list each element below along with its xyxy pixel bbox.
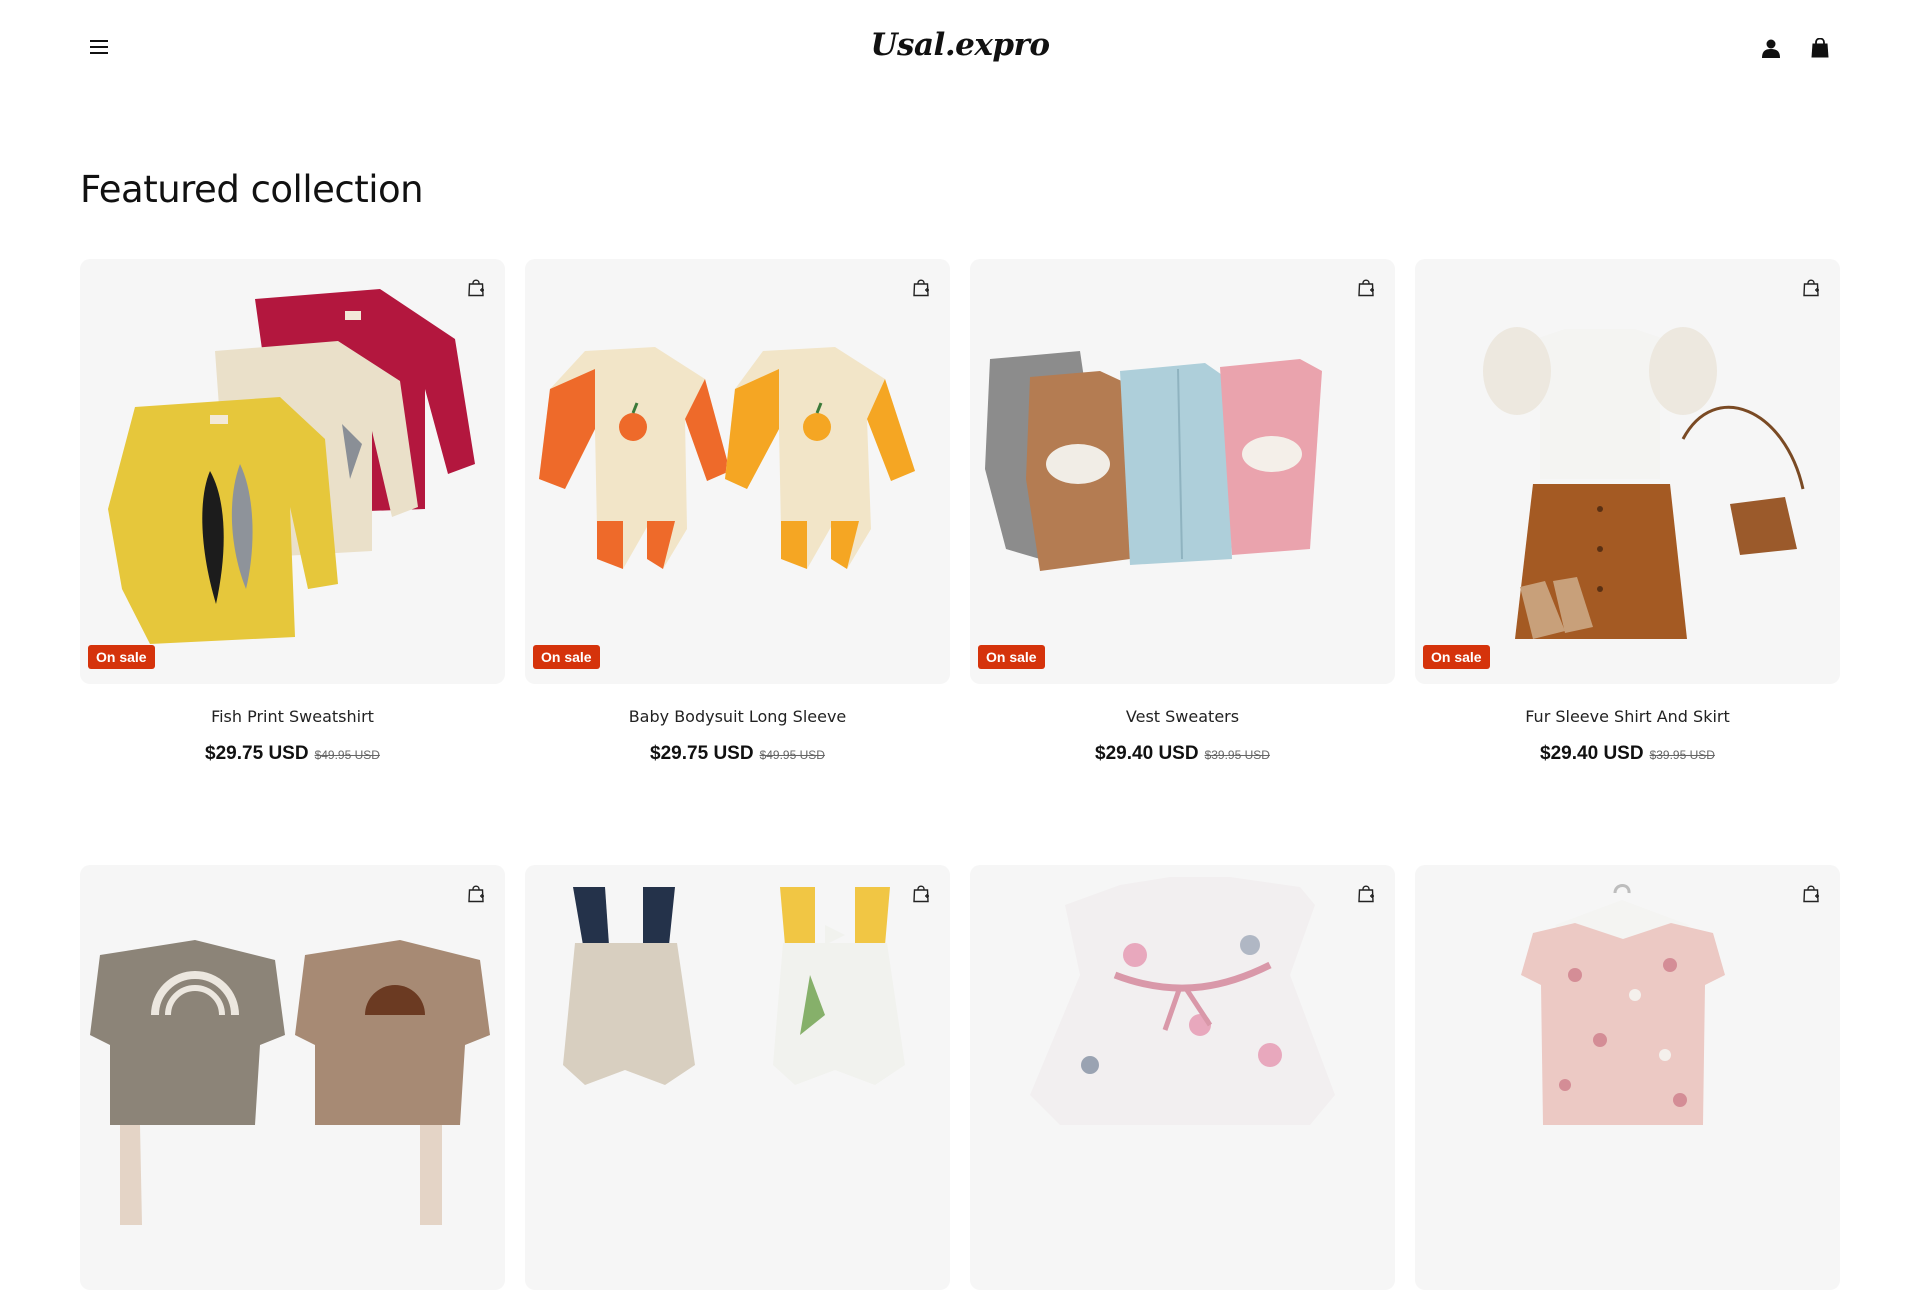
product-price: $29.40 USD $39.95 USD [1415,743,1840,765]
quick-add-button[interactable] [1798,275,1824,301]
quick-add-bag-icon [468,885,484,903]
bodysuits-image [539,347,915,569]
product-card[interactable] [80,865,505,1290]
rainbow-sweatshirts-image [90,940,490,1225]
product-grid: On sale Fish Print Sweatshirt $29.75 USD… [80,259,1840,1290]
product-media[interactable] [525,865,950,1290]
quick-add-bag-icon [1803,279,1819,297]
vest-sweaters-image [985,351,1322,571]
product-price: $29.75 USD $49.95 USD [80,743,505,765]
product-price: $29.40 USD $39.95 USD [970,743,1395,765]
product-media[interactable]: On sale [1415,259,1840,684]
section-title: Featured collection [80,168,424,211]
product-title[interactable]: Fish Print Sweatshirt [80,707,505,726]
account-icon [1762,39,1780,58]
product-media[interactable]: On sale [970,259,1395,684]
quick-add-bag-icon [1358,279,1374,297]
quick-add-button[interactable] [463,275,489,301]
shirt-skirt-set-image [1483,327,1805,639]
sale-price: $29.40 USD [1095,743,1199,764]
sale-badge: On sale [1423,645,1490,669]
sale-badge: On sale [978,645,1045,669]
product-media[interactable] [80,865,505,1290]
compare-price: $49.95 USD [314,748,380,762]
quick-add-button[interactable] [463,881,489,907]
quick-add-button[interactable] [1353,881,1379,907]
product-title[interactable]: Fur Sleeve Shirt And Skirt [1415,707,1840,726]
product-price: $29.75 USD $49.95 USD [525,743,950,765]
product-card[interactable]: On sale Baby Bodysuit Long Sleeve $29.75… [525,259,950,765]
sale-price: $29.75 USD [205,743,309,764]
compare-price: $39.95 USD [1204,748,1270,762]
sale-price: $29.75 USD [650,743,754,764]
product-card[interactable]: On sale Vest Sweaters $29.40 USD $39.95 U… [970,259,1395,765]
floral-top-image [1521,884,1725,1125]
sale-badge: On sale [88,645,155,669]
compare-price: $39.95 USD [1649,748,1715,762]
quick-add-button[interactable] [908,275,934,301]
quick-add-bag-icon [913,279,929,297]
site-header: Usal.expro [0,0,1920,96]
hamburger-menu-icon [90,40,108,54]
floral-rompers-image [563,887,905,1085]
quick-add-bag-icon [468,279,484,297]
shopping-bag-icon [1811,38,1829,58]
sale-price: $29.40 USD [1540,743,1644,764]
product-media[interactable] [1415,865,1840,1290]
product-card[interactable] [525,865,950,1290]
quick-add-button[interactable] [908,881,934,907]
product-media[interactable]: On sale [525,259,950,684]
product-card[interactable] [1415,865,1840,1290]
cart-button[interactable] [1808,36,1832,60]
menu-button[interactable] [88,36,110,58]
product-media[interactable]: On sale [80,259,505,684]
store-logo[interactable]: Usal.expro [870,27,1050,63]
product-card[interactable] [970,865,1395,1290]
sale-badge: On sale [533,645,600,669]
quick-add-button[interactable] [1798,881,1824,907]
product-title[interactable]: Baby Bodysuit Long Sleeve [525,707,950,726]
product-title[interactable]: Vest Sweaters [970,707,1395,726]
floral-dress-image [1030,877,1335,1125]
compare-price: $49.95 USD [759,748,825,762]
quick-add-bag-icon [913,885,929,903]
quick-add-bag-icon [1358,885,1374,903]
quick-add-bag-icon [1803,885,1819,903]
product-media[interactable] [970,865,1395,1290]
sweatshirts-image [108,289,475,644]
quick-add-button[interactable] [1353,275,1379,301]
product-card[interactable]: On sale Fish Print Sweatshirt $29.75 USD… [80,259,505,765]
account-button[interactable] [1759,36,1783,60]
product-card[interactable]: On sale Fur Sleeve Shirt And Skirt $29.4… [1415,259,1840,765]
